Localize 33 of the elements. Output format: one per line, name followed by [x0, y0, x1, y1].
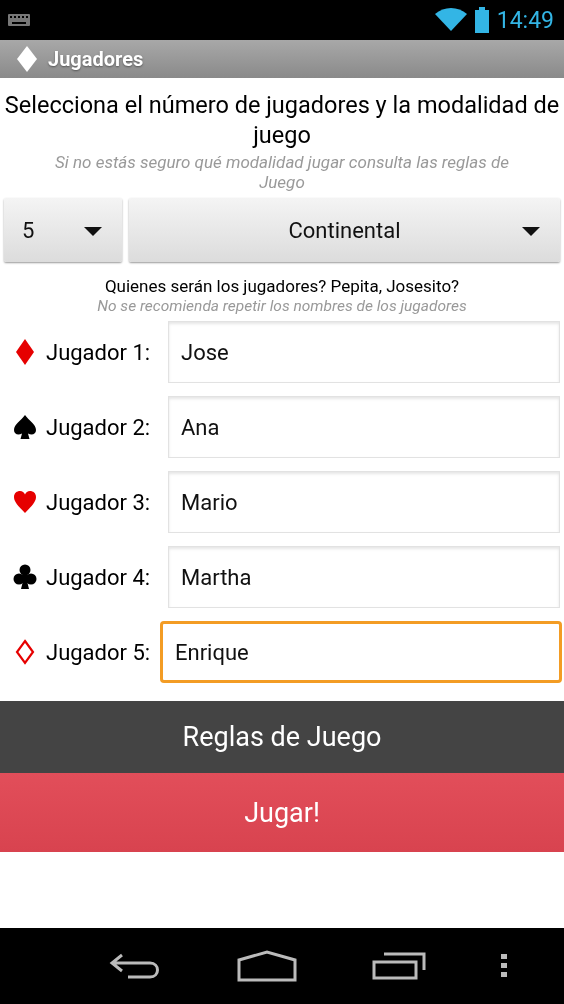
spade-icon [12, 413, 38, 441]
players-hint: No se recomienda repetir los nombres de los jugadores [96, 297, 468, 315]
club-icon [12, 563, 38, 591]
instructions-heading: Selecciona el número de jugadores y la modalidad de juego [3, 90, 561, 150]
back-icon[interactable] [107, 951, 162, 981]
recent-apps-icon[interactable] [371, 952, 426, 980]
player-label: Jugador 4: [46, 564, 152, 590]
keyboard-icon [8, 14, 30, 26]
caret-icon [522, 227, 540, 236]
player-label: Jugador 2: [46, 414, 152, 440]
overflow-menu-icon[interactable] [500, 954, 507, 978]
player-name-field[interactable]: Jose [168, 321, 560, 383]
heart-icon [12, 488, 38, 516]
status-time: 14:49 [496, 6, 554, 34]
caret-icon [84, 227, 102, 236]
player-label: Jugador 1: [46, 339, 152, 365]
screen-title: Jugadores [48, 47, 144, 71]
battery-icon [474, 7, 489, 33]
rules-button[interactable]: Reglas de Juego [0, 701, 564, 773]
game-mode-dropdown[interactable]: Continental [129, 198, 560, 262]
player-label: Jugador 3: [46, 489, 152, 515]
player-count-dropdown[interactable]: 5 [4, 198, 122, 262]
player-label: Jugador 5: [46, 639, 152, 665]
players-question: Quienes serán los jugadores? Pepita, Josesito? [103, 276, 461, 296]
instructions-hint: Si no estás seguro qué modalidad jugar consulta las reglas de Juego [54, 151, 510, 192]
player-name-field[interactable]: Mario [168, 471, 560, 533]
diamond-icon [16, 46, 38, 72]
home-icon[interactable] [236, 950, 297, 982]
player-name-field[interactable]: Ana [168, 396, 560, 458]
wifi-icon [434, 8, 467, 32]
play-button[interactable]: Jugar! [0, 773, 564, 852]
player-name-field[interactable]: Martha [168, 546, 560, 608]
player-name-field[interactable]: Enrique [160, 621, 562, 683]
